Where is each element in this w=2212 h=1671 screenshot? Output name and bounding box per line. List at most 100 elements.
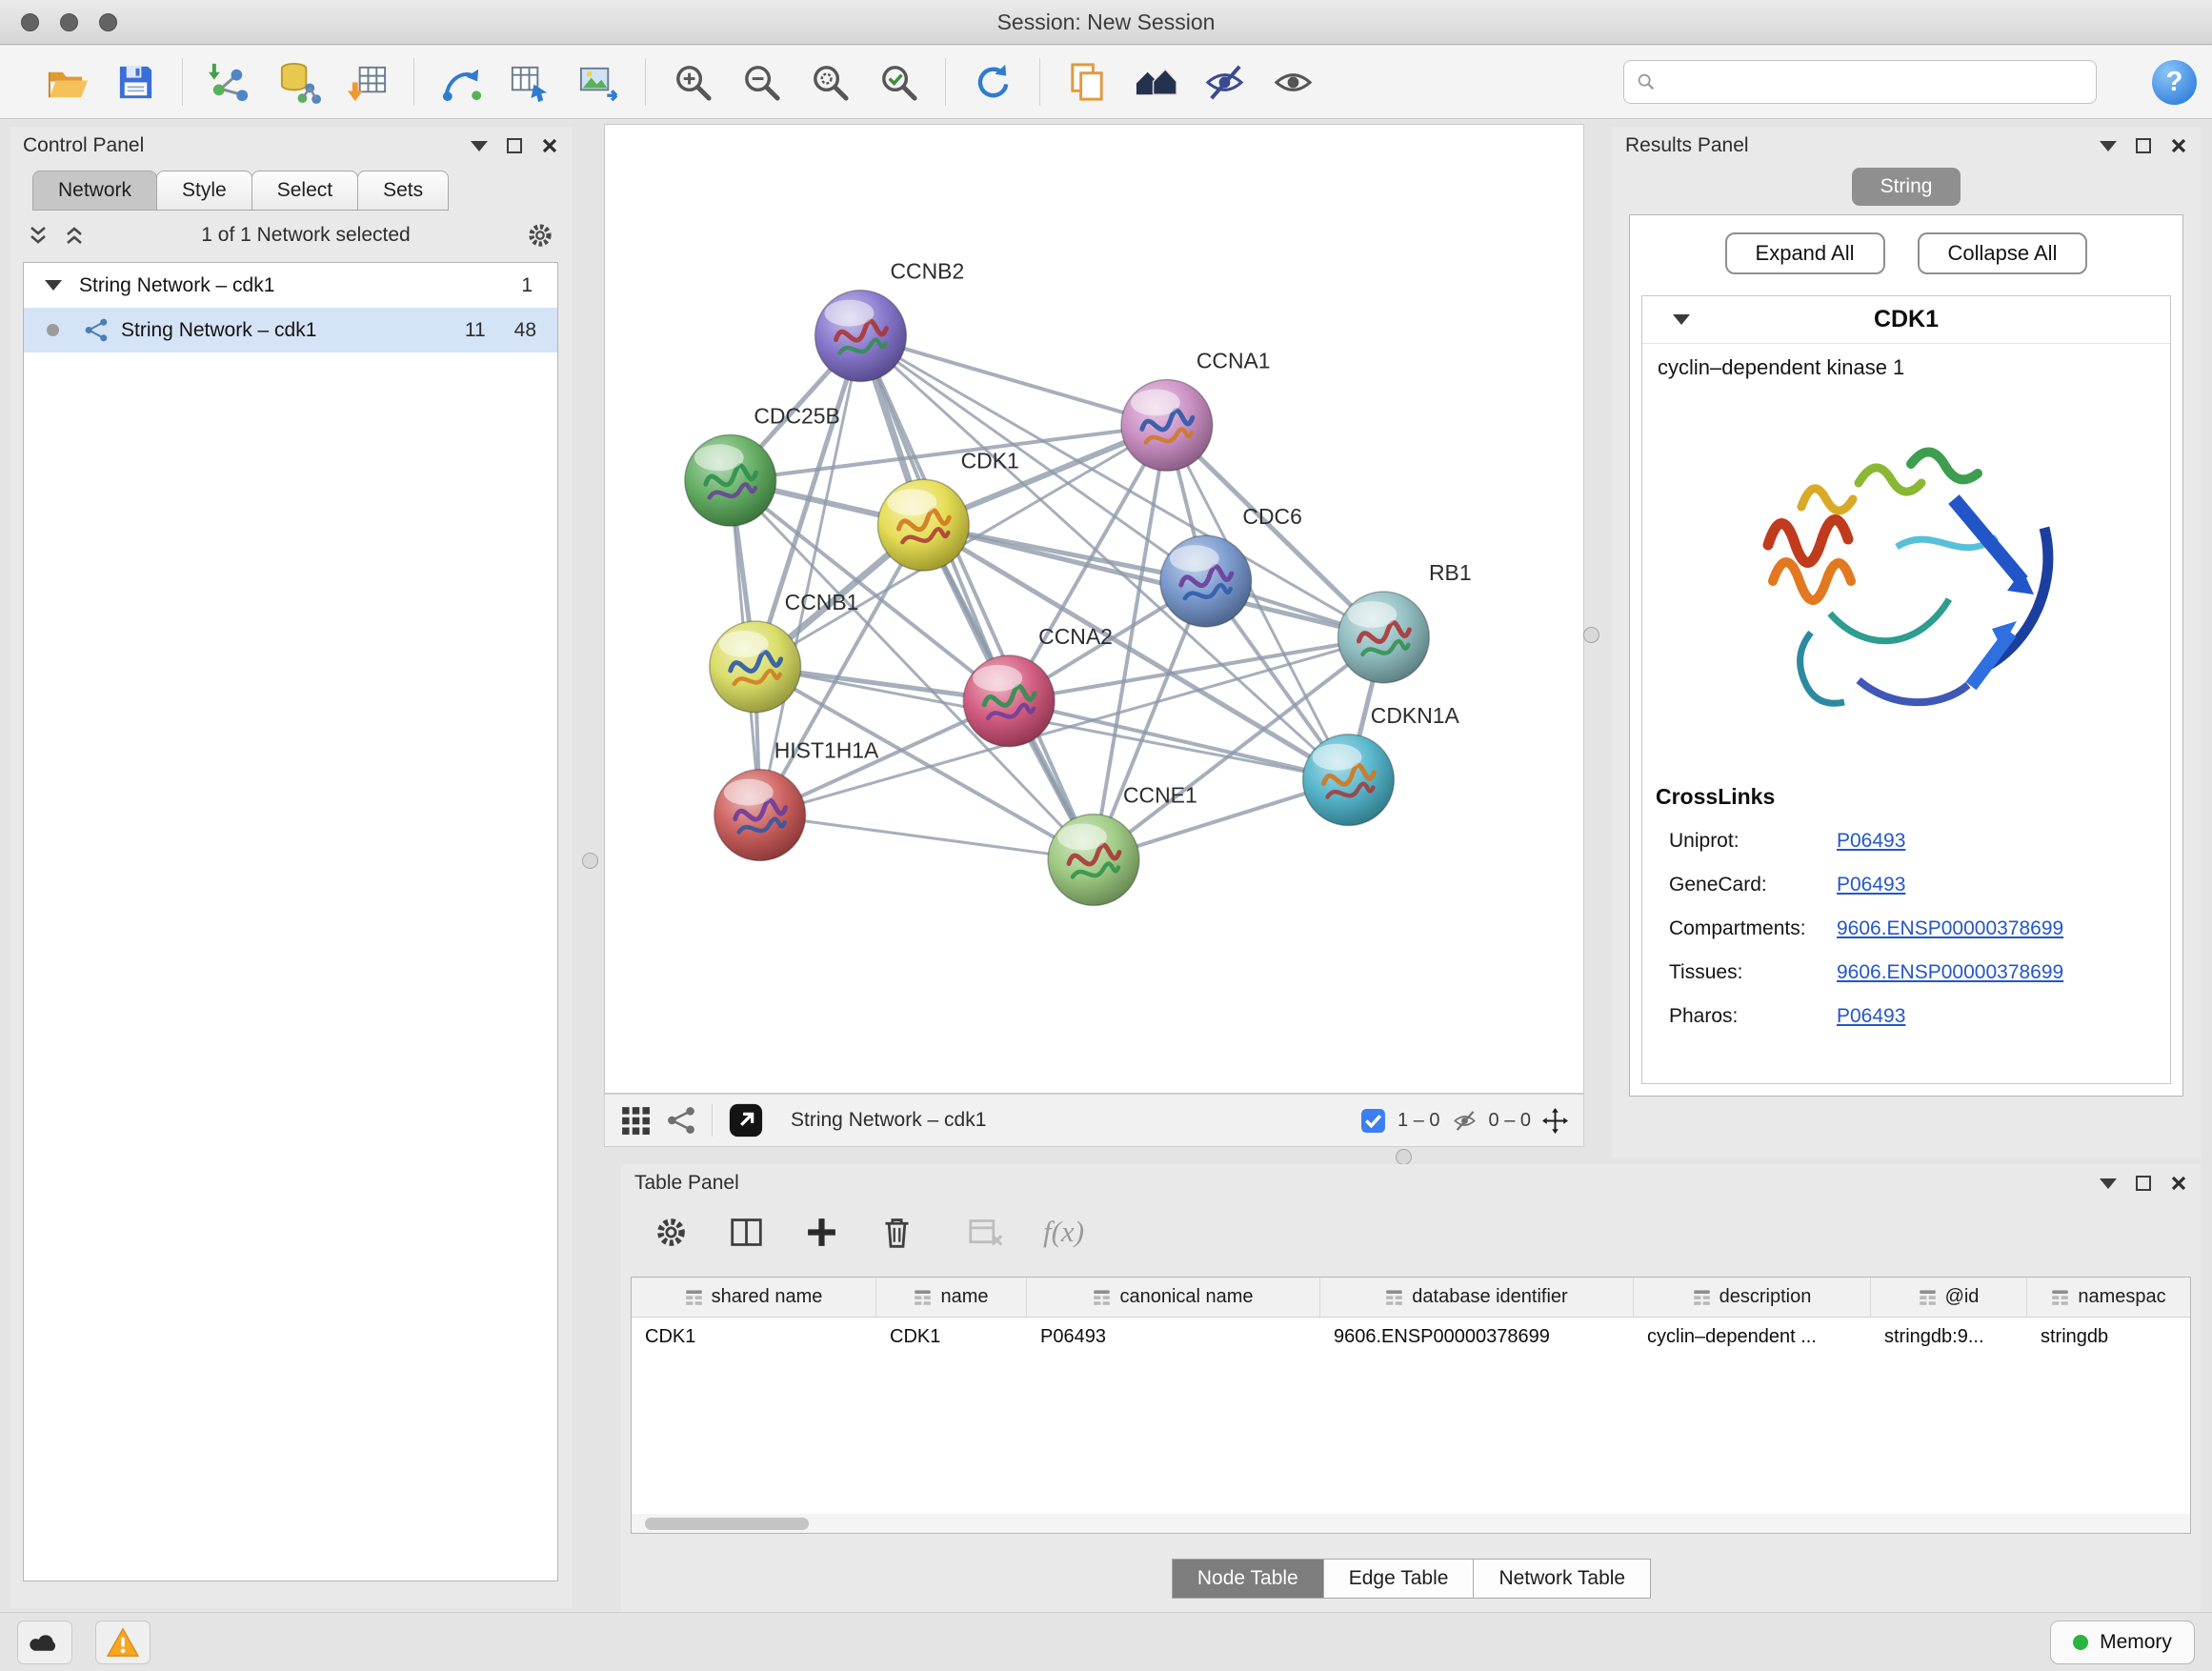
network-edge[interactable] [860, 336, 1094, 860]
search-input[interactable] [1666, 70, 2084, 93]
new-table-button[interactable] [500, 52, 559, 111]
show-all-button[interactable] [1263, 52, 1322, 111]
network-node-CCNB2[interactable]: CCNB2 [815, 259, 965, 382]
network-edge[interactable] [860, 336, 1166, 426]
import-table-button[interactable] [337, 52, 396, 111]
warnings-button[interactable] [95, 1621, 151, 1664]
close-window-button[interactable] [21, 13, 39, 31]
network-node-RB1[interactable]: RB1 [1337, 560, 1471, 683]
add-column-plus-icon[interactable] [804, 1215, 839, 1250]
open-session-button[interactable] [37, 52, 96, 111]
network-share-icon[interactable] [666, 1105, 696, 1136]
tab-node-table[interactable]: Node Table [1172, 1559, 1324, 1599]
splitter-handle[interactable] [582, 853, 598, 869]
collapse-all-icon[interactable] [27, 224, 50, 247]
fit-content-crosshair-icon[interactable] [1542, 1108, 1568, 1134]
table-row[interactable]: CDK1CDK1P064939606.ENSP00000378699cyclin… [632, 1318, 2190, 1359]
import-network-from-file-button[interactable] [200, 52, 259, 111]
network-node-CDK1[interactable]: CDK1 [877, 448, 1018, 571]
panel-float-button[interactable] [2100, 1178, 2117, 1189]
splitter-handle[interactable] [1583, 627, 1599, 643]
column-header-canonical-name[interactable]: canonical name [1027, 1278, 1320, 1317]
copy-documents-button[interactable] [1057, 52, 1116, 111]
column-header-database-identifier[interactable]: database identifier [1320, 1278, 1634, 1317]
network-row[interactable]: String Network – cdk1 11 48 [24, 308, 557, 352]
zoom-fit-button[interactable] [800, 52, 859, 111]
selected-checkbox-icon[interactable] [1360, 1108, 1386, 1134]
tab-network-table[interactable]: Network Table [1473, 1559, 1651, 1599]
protein-section-header[interactable]: CDK1 [1642, 296, 2170, 344]
network-node-CCNA1[interactable]: CCNA1 [1121, 348, 1271, 471]
column-header-shared-name[interactable]: shared name [632, 1278, 876, 1317]
collapse-all-button[interactable]: Collapse All [1918, 232, 2088, 274]
column-header--id[interactable]: @id [1871, 1278, 2027, 1317]
show-columns-icon[interactable] [729, 1215, 764, 1250]
zoom-selected-button[interactable] [869, 52, 928, 111]
tab-edge-table[interactable]: Edge Table [1323, 1559, 1475, 1599]
tab-style[interactable]: Style [156, 171, 252, 211]
zoom-out-button[interactable] [732, 52, 791, 111]
birdseye-view-icon[interactable] [620, 1105, 651, 1136]
crosslink-link-genecard[interactable]: P06493 [1837, 874, 1905, 896]
network-edge[interactable] [1009, 701, 1348, 780]
panel-float-button[interactable] [471, 141, 488, 151]
zoom-in-button[interactable] [663, 52, 722, 111]
panel-maximize-button[interactable] [507, 138, 522, 153]
panel-maximize-button[interactable] [2136, 1176, 2151, 1191]
collection-expand-caret[interactable] [45, 280, 62, 291]
network-node-HIST1H1A[interactable]: HIST1H1A [714, 738, 879, 861]
network-node-CDKN1A[interactable]: CDKN1A [1303, 703, 1460, 826]
node-table: shared namenamecanonical namedatabase id… [631, 1277, 2191, 1534]
hide-selected-button[interactable] [1195, 52, 1254, 111]
expand-all-icon[interactable] [63, 224, 86, 247]
zoom-window-button[interactable] [99, 13, 117, 31]
panel-close-button[interactable] [2170, 1175, 2187, 1192]
crosslink-link-pharos[interactable]: P06493 [1837, 1005, 1905, 1028]
horizontal-scrollbar[interactable] [632, 1514, 2190, 1533]
hidden-eye-slash-icon [1452, 1108, 1478, 1134]
cloud-status-button[interactable] [17, 1621, 72, 1664]
panel-maximize-button[interactable] [2136, 138, 2151, 153]
panel-close-button[interactable] [2170, 137, 2187, 154]
section-expand-caret[interactable] [1673, 314, 1690, 325]
export-image-button[interactable] [569, 52, 628, 111]
delete-trash-icon[interactable] [879, 1215, 915, 1250]
table-cell: 9606.ENSP00000378699 [1320, 1318, 1634, 1359]
network-collection-row[interactable]: String Network – cdk1 1 [24, 263, 557, 308]
crosslink-link-compartments[interactable]: 9606.ENSP00000378699 [1837, 917, 2063, 940]
node-label-CDK1: CDK1 [961, 448, 1019, 473]
new-network-button[interactable] [432, 52, 491, 111]
help-button[interactable]: ? [2152, 60, 2197, 105]
panel-float-button[interactable] [2100, 141, 2117, 151]
column-header-name[interactable]: name [876, 1278, 1027, 1317]
open-in-new-icon[interactable] [728, 1102, 764, 1138]
crosslink-link-tissues[interactable]: 9606.ENSP00000378699 [1837, 961, 2063, 984]
refresh-button[interactable] [963, 52, 1022, 111]
import-network-from-database-button[interactable] [269, 52, 328, 111]
column-header-namespac[interactable]: namespac [2027, 1278, 2190, 1317]
tab-string[interactable]: String [1852, 168, 1961, 206]
minimize-window-button[interactable] [60, 13, 78, 31]
tab-network[interactable]: Network [32, 171, 157, 211]
home-button[interactable] [1126, 52, 1185, 111]
network-canvas[interactable]: CCNB2CCNA1CDC25BCDK1CDC6RB1CCNB1CCNA2CDK… [604, 124, 1584, 1094]
gear-icon[interactable] [526, 221, 554, 250]
network-node-CCNB1[interactable]: CCNB1 [710, 590, 859, 713]
scrollbar-thumb[interactable] [645, 1518, 809, 1530]
panel-close-button[interactable] [541, 137, 558, 154]
table-settings-gear-icon[interactable] [654, 1215, 689, 1250]
expand-all-button[interactable]: Expand All [1725, 232, 1885, 274]
tab-sets[interactable]: Sets [357, 171, 449, 211]
network-edge[interactable] [923, 525, 1383, 637]
column-header-description[interactable]: description [1634, 1278, 1871, 1317]
function-builder-button[interactable]: f(x) [1043, 1215, 1084, 1249]
save-session-button[interactable] [106, 52, 165, 111]
splitter-handle[interactable] [1396, 1149, 1412, 1165]
crosslink-link-uniprot[interactable]: P06493 [1837, 830, 1905, 853]
network-edge[interactable] [760, 815, 1094, 860]
memory-button[interactable]: Memory [2050, 1621, 2195, 1664]
network-node-CDC6[interactable]: CDC6 [1160, 504, 1302, 627]
network-node-CDC25B[interactable]: CDC25B [685, 403, 840, 526]
network-node-CCNE1[interactable]: CCNE1 [1048, 783, 1197, 906]
tab-select[interactable]: Select [251, 171, 358, 211]
